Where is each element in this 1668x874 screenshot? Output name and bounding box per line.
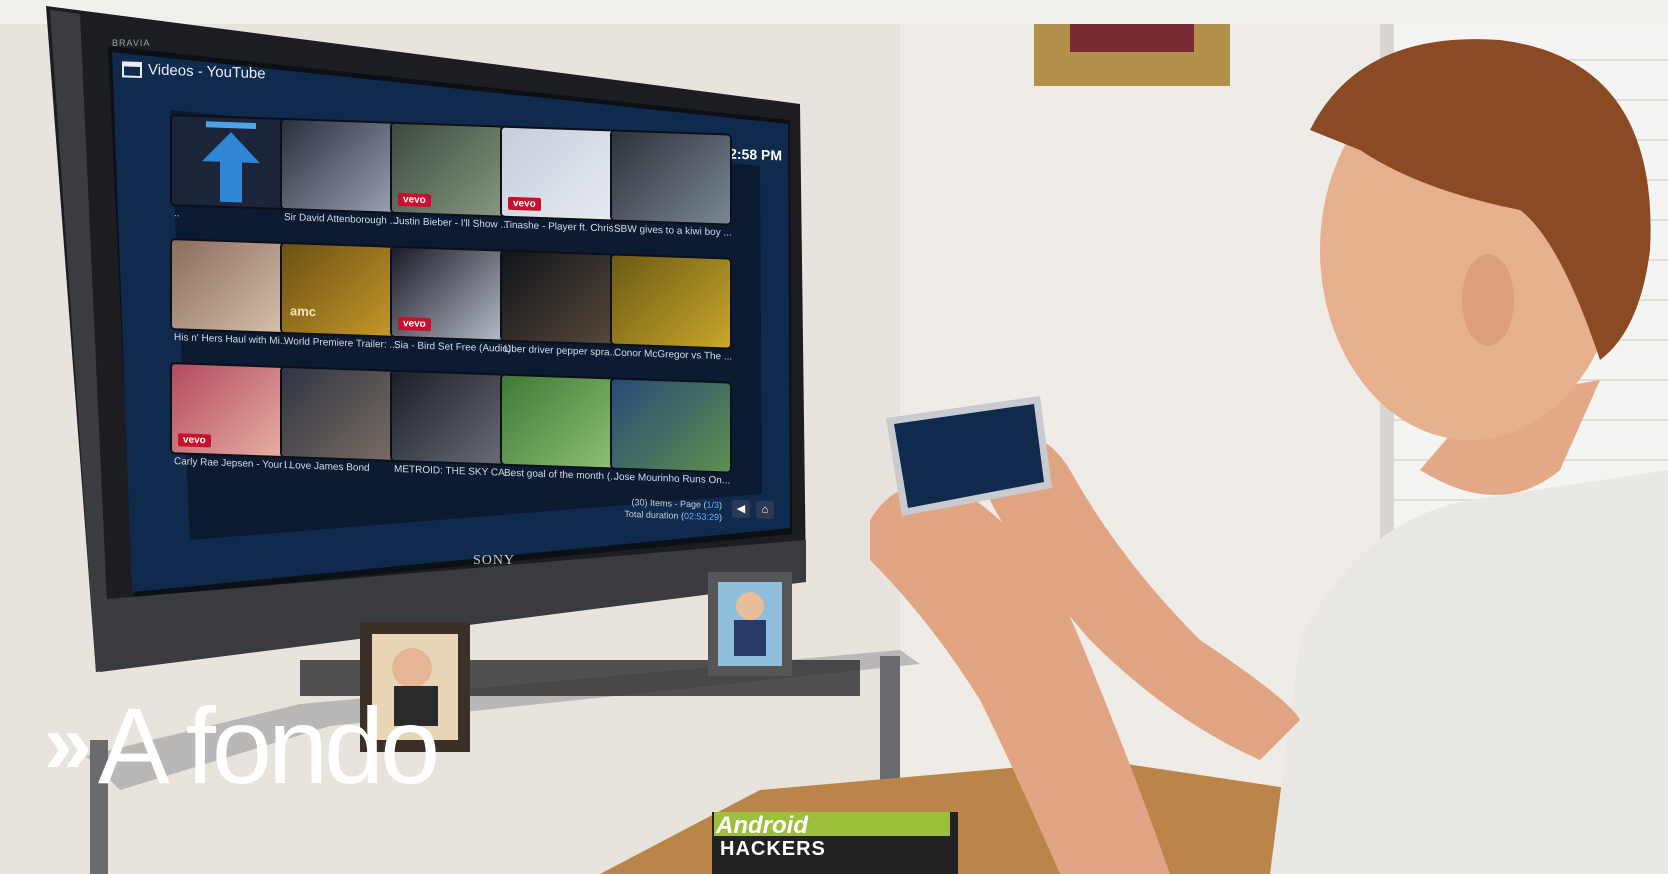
video-title: Best goal of the month (... (504, 467, 619, 483)
video-title: METROID: THE SKY CA... (394, 463, 514, 480)
back-icon[interactable]: ◀ (732, 499, 750, 519)
magazine-title: Android (716, 812, 808, 839)
video-tile[interactable]: Uber driver pepper spra... (502, 251, 624, 374)
video-tile[interactable]: Jose Mourinho Runs On... (612, 379, 734, 501)
video-grid: .. Sir David Attenborough ... vevo Justin B… (172, 116, 732, 515)
video-title: Uber driver pepper spra... (504, 343, 618, 359)
video-title: Sir David Attenborough ... (284, 212, 398, 227)
video-thumbnail (282, 119, 400, 213)
video-thumbnail: vevo (172, 364, 290, 457)
video-title: Conor McGregor vs The ... (614, 347, 733, 363)
video-tile[interactable]: vevo Sia - Bird Set Free (Audio) (392, 247, 514, 370)
video-title: SBW gives to a kiwi boy ... (614, 223, 732, 239)
video-tile[interactable]: SBW gives to a kiwi boy ... (612, 131, 734, 253)
vevo-badge: vevo (398, 316, 431, 332)
headline-text: A fondo (97, 685, 440, 806)
up-arrow-icon (202, 121, 260, 203)
video-tile[interactable]: vevo Carly Rae Jepsen - Your ... (172, 364, 294, 486)
tv-brand-label: BRAVIA (112, 38, 151, 48)
header-title: Videos - YouTube (148, 61, 266, 83)
video-thumbnail (502, 375, 620, 468)
video-title: Jose Mourinho Runs On... (614, 471, 731, 487)
vevo-badge: vevo (178, 433, 211, 448)
video-title: .. (174, 208, 180, 220)
video-tile[interactable]: Best goal of the month (... (502, 375, 624, 498)
video-thumbnail: vevo (502, 127, 620, 220)
video-tile[interactable]: METROID: THE SKY CA... (392, 371, 514, 494)
video-thumbnail (282, 367, 400, 461)
magazine-subtitle: HACKERS (720, 838, 826, 860)
video-tile[interactable]: I Love James Bond (282, 367, 404, 490)
video-tile[interactable]: vevo Tinashe - Player ft. Chris ... (502, 127, 624, 250)
video-tile[interactable]: amc World Premiere Trailer: ... (282, 243, 404, 366)
video-tile[interactable]: .. (172, 116, 294, 238)
video-title: Carly Rae Jepsen - Your ... (174, 456, 294, 472)
video-thumbnail (392, 371, 510, 464)
page-indicator: 1/3 (706, 499, 719, 511)
parent-folder-thumb (172, 116, 290, 209)
video-thumbnail (612, 131, 730, 224)
video-title: His n' Hers Haul with Mi... (174, 332, 289, 348)
vevo-badge: vevo (398, 192, 431, 208)
chevrons-icon: » (44, 696, 92, 792)
video-tile[interactable]: Sir David Attenborough ... (282, 119, 404, 242)
video-tile[interactable]: His n' Hers Haul with Mi... (172, 240, 294, 362)
vevo-badge: vevo (508, 196, 541, 211)
video-title: Justin Bieber - I'll Show ... (394, 215, 509, 231)
amc-badge: amc (290, 303, 317, 320)
video-thumbnail: vevo (392, 247, 510, 340)
video-title: World Premiere Trailer: ... (284, 336, 398, 351)
tv-maker-logo: SONY (473, 553, 516, 568)
kodi-header: Videos - YouTube (122, 60, 266, 82)
total-duration: 02:53:29 (683, 510, 719, 523)
video-thumbnail: vevo (392, 123, 510, 216)
video-title: I Love James Bond (284, 460, 370, 474)
video-title: Tinashe - Player ft. Chris ... (504, 219, 624, 235)
list-summary: (30) Items - Page (1/3) Total duration (… (624, 497, 722, 523)
video-thumbnail (612, 379, 730, 472)
home-icon[interactable]: ⌂ (756, 500, 774, 520)
video-thumbnail (172, 240, 290, 333)
video-tile[interactable]: Conor McGregor vs The ... (612, 255, 734, 377)
video-thumbnail (502, 251, 620, 344)
video-tile[interactable]: vevo Justin Bieber - I'll Show ... (392, 123, 514, 246)
video-thumbnail (612, 255, 730, 348)
video-thumbnail: amc (282, 243, 400, 337)
clapperboard-icon (122, 60, 142, 78)
section-headline: » A fondo (44, 684, 440, 806)
video-title: Sia - Bird Set Free (Audio) (394, 339, 512, 355)
tv-screen: Videos - YouTube 12:58 PM .. Sir David At… (112, 52, 802, 566)
photo-scene: BRAVIA Videos - YouTube 12:58 PM .. Sir D… (0, 0, 1668, 874)
